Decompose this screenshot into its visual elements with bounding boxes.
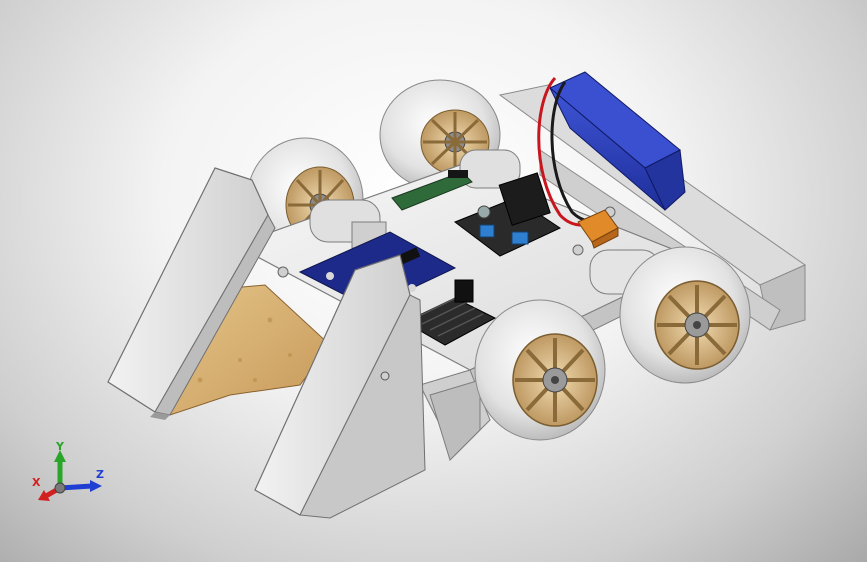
robot-assembly-model[interactable] xyxy=(0,0,867,562)
wheel-front-right xyxy=(619,246,751,384)
triad-y-label: Y xyxy=(55,440,65,453)
triad-x-label: X xyxy=(32,476,41,489)
orientation-triad[interactable]: Y X Z xyxy=(30,440,120,510)
triad-y-axis xyxy=(54,450,66,488)
wheel-front-left xyxy=(474,299,606,441)
triad-z-label: Z xyxy=(96,468,104,481)
triad-origin xyxy=(54,482,66,494)
3d-viewport[interactable]: Y X Z xyxy=(0,0,867,562)
triad-z-axis xyxy=(59,480,102,492)
